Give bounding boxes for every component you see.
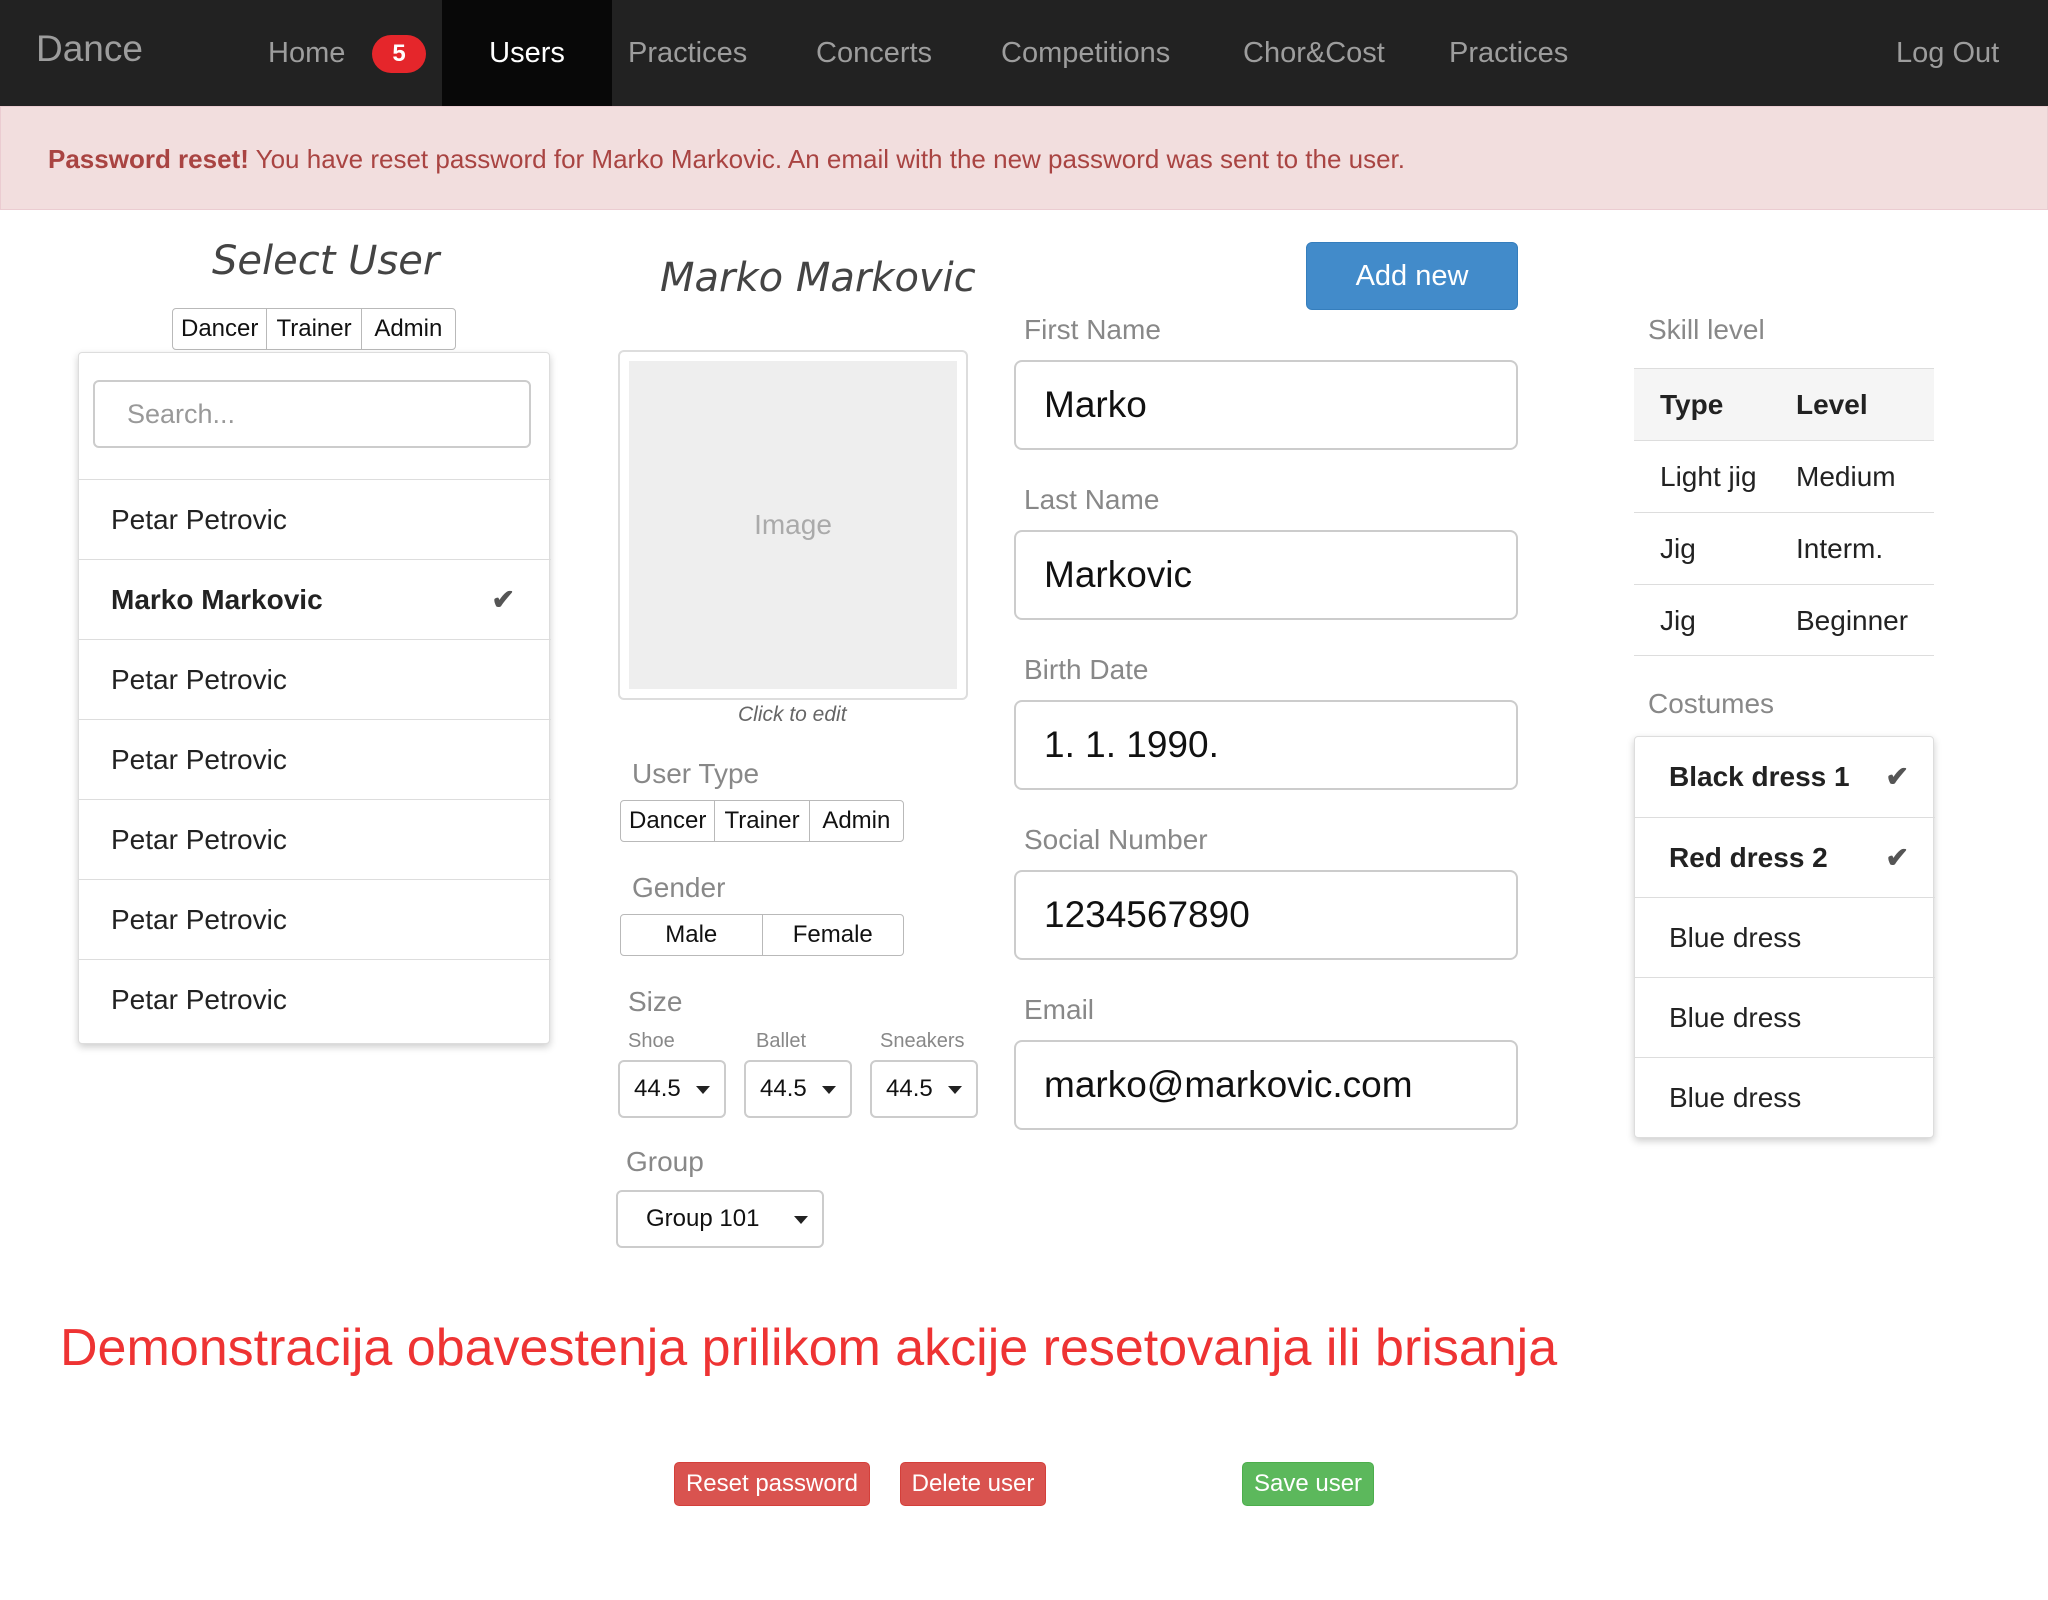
skill-level: Beginner (1796, 605, 1909, 636)
email-field[interactable]: marko@markovic.com (1014, 1040, 1518, 1130)
skill-type: Jig (1660, 605, 1696, 636)
social-number-field[interactable]: 1234567890 (1014, 870, 1518, 960)
table-row: Jig Beginner (1634, 584, 1934, 656)
ballet-size-select[interactable]: 44.5 (744, 1060, 852, 1118)
nav-competitions[interactable]: Competitions (1001, 0, 1170, 106)
list-item[interactable]: Blue dress (1635, 1057, 1935, 1137)
nav-users[interactable]: Users (442, 0, 612, 106)
gender-female[interactable]: Female (761, 915, 904, 955)
nav-logout[interactable]: Log Out (1896, 0, 1999, 106)
skill-table-header: Type Level (1634, 368, 1934, 440)
check-icon: ✔ (1885, 842, 1909, 873)
table-row: Light jig Medium (1634, 440, 1934, 512)
list-item[interactable]: Petar Petrovic (79, 799, 551, 879)
costume-name: Black dress 1 (1669, 761, 1850, 792)
sneakers-size-value: 44.5 (886, 1075, 933, 1102)
add-new-button[interactable]: Add new (1306, 242, 1518, 310)
list-item[interactable]: Petar Petrovic (79, 959, 551, 1039)
ballet-label: Ballet (756, 1030, 807, 1052)
save-user-button[interactable]: Save user (1242, 1462, 1374, 1506)
profile-name-title: Marko Markovic (660, 255, 976, 301)
filter-dancer[interactable]: Dancer (173, 309, 266, 349)
gender-label: Gender (632, 872, 726, 903)
filter-admin[interactable]: Admin (360, 309, 455, 349)
size-label: Size (628, 986, 683, 1017)
last-name-field[interactable]: Markovic (1014, 530, 1518, 620)
list-item-selected[interactable]: Marko Markovic ✔ (79, 559, 551, 639)
shoe-size-select[interactable]: 44.5 (618, 1060, 726, 1118)
first-name-label: First Name (1024, 314, 1161, 345)
birth-date-field[interactable]: 1. 1. 1990. (1014, 700, 1518, 790)
shoe-size-value: 44.5 (634, 1075, 681, 1102)
check-icon: ✔ (1885, 761, 1909, 792)
nav-home[interactable]: Home (268, 0, 345, 106)
list-item[interactable]: Petar Petrovic (79, 719, 551, 799)
nav-practices-2[interactable]: Practices (1449, 0, 1568, 106)
gender-male[interactable]: Male (621, 915, 762, 955)
brand-logo[interactable]: Dance (36, 28, 143, 70)
social-number-label: Social Number (1024, 824, 1208, 855)
alert-message: You have reset password for Marko Markov… (248, 144, 1405, 174)
caret-down-icon (696, 1086, 710, 1094)
notification-badge: 5 (372, 35, 426, 73)
caret-down-icon (794, 1216, 808, 1224)
list-item[interactable]: Petar Petrovic (79, 879, 551, 959)
table-row: Jig Interm. (1634, 512, 1934, 584)
nav-practices[interactable]: Practices (628, 0, 747, 106)
profile-image[interactable]: Image (618, 350, 968, 700)
image-placeholder: Image (629, 361, 957, 689)
select-user-title: Select User (212, 238, 440, 284)
gender-group: Male Female (620, 914, 904, 956)
alert-title: Password reset! (48, 144, 249, 174)
nav-concerts[interactable]: Concerts (816, 0, 932, 106)
email-label: Email (1024, 994, 1095, 1025)
first-name-field[interactable]: Marko (1014, 360, 1518, 450)
last-name-label: Last Name (1024, 484, 1160, 515)
list-item-selected[interactable]: Red dress 2 ✔ (1635, 817, 1935, 897)
skill-header-level: Level (1796, 389, 1868, 420)
user-type-dancer[interactable]: Dancer (621, 801, 714, 841)
password-reset-alert: Password reset! You have reset password … (0, 106, 2048, 210)
search-input[interactable]: Search... (93, 380, 531, 448)
group-value: Group 101 (646, 1205, 760, 1232)
costume-name: Red dress 2 (1669, 842, 1828, 873)
skill-level: Medium (1796, 461, 1896, 492)
reset-password-button[interactable]: Reset password (674, 1462, 870, 1506)
user-type-group: Dancer Trainer Admin (620, 800, 904, 842)
list-item[interactable]: Petar Petrovic (79, 479, 551, 559)
skill-type: Light jig (1660, 461, 1757, 492)
user-type-trainer[interactable]: Trainer (714, 801, 808, 841)
costume-list-panel: Black dress 1 ✔ Red dress 2 ✔ Blue dress… (1634, 736, 1935, 1138)
shoe-label: Shoe (628, 1030, 675, 1052)
skill-type: Jig (1660, 533, 1696, 564)
user-name: Marko Markovic (111, 584, 323, 615)
delete-user-button[interactable]: Delete user (900, 1462, 1046, 1506)
list-item[interactable]: Petar Petrovic (79, 639, 551, 719)
navbar: Dance Home 5 Users Practices Concerts Co… (0, 0, 2048, 106)
demo-note: Demonstracija obavestenja prilikom akcij… (60, 1319, 1558, 1377)
ballet-size-value: 44.5 (760, 1075, 807, 1102)
nav-chor-cost[interactable]: Chor&Cost (1243, 0, 1385, 106)
user-list-panel: Search... Petar Petrovic Marko Markovic … (78, 352, 551, 1044)
skill-header-type: Type (1660, 389, 1724, 420)
list-item-selected[interactable]: Black dress 1 ✔ (1635, 737, 1935, 817)
user-type-admin[interactable]: Admin (808, 801, 903, 841)
group-select[interactable]: Group 101 (616, 1190, 824, 1248)
user-type-label: User Type (632, 758, 760, 789)
check-icon: ✔ (491, 584, 515, 615)
sneakers-size-select[interactable]: 44.5 (870, 1060, 978, 1118)
birth-date-label: Birth Date (1024, 654, 1149, 685)
group-label: Group (626, 1146, 704, 1177)
image-caption: Click to edit (738, 703, 847, 726)
skill-level-label: Skill level (1648, 314, 1765, 345)
costumes-label: Costumes (1648, 688, 1775, 719)
list-item[interactable]: Blue dress (1635, 897, 1935, 977)
caret-down-icon (948, 1086, 962, 1094)
filter-trainer[interactable]: Trainer (266, 309, 360, 349)
list-item[interactable]: Blue dress (1635, 977, 1935, 1057)
sneakers-label: Sneakers (880, 1030, 965, 1052)
user-filter-group: Dancer Trainer Admin (172, 308, 456, 350)
caret-down-icon (822, 1086, 836, 1094)
skill-level: Interm. (1796, 533, 1884, 564)
